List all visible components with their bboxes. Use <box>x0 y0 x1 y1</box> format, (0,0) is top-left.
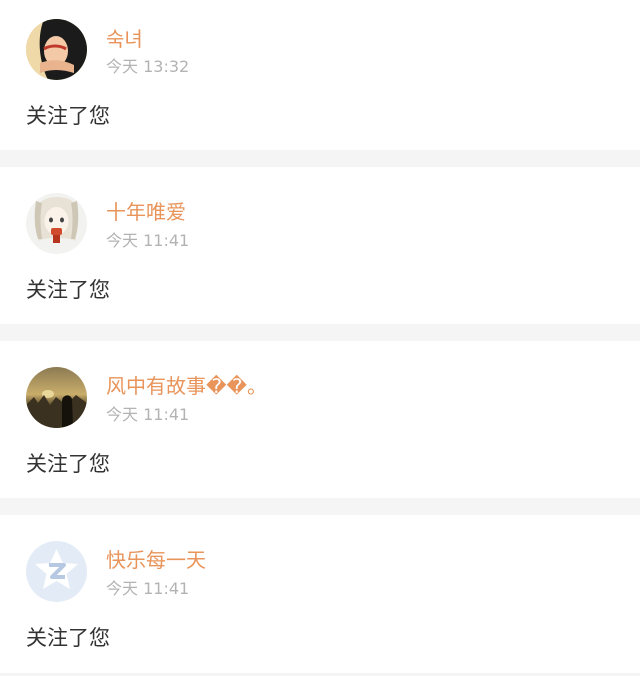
timestamp: 今天 11:41 <box>106 405 190 424</box>
sunset-field-avatar-icon[interactable] <box>26 367 87 428</box>
anime-girl-avatar-icon[interactable] <box>26 193 87 254</box>
girl-photo-avatar-icon[interactable] <box>26 19 87 80</box>
notification-message: 关注了您 <box>26 626 110 650</box>
username[interactable]: 十年唯爱 <box>106 200 186 224</box>
timestamp: 今天 11:41 <box>106 579 190 598</box>
notification-message: 关注了您 <box>26 278 110 302</box>
notification-message: 关注了您 <box>26 452 110 476</box>
notification-item[interactable]: 十年唯爱 今天 11:41 关注了您 <box>0 167 640 324</box>
username[interactable]: 快乐每一天 <box>106 548 206 572</box>
username[interactable]: 숙녀 <box>106 27 143 51</box>
timestamp: 今天 11:41 <box>106 231 190 250</box>
username[interactable]: 风中有故事��。 <box>106 374 267 398</box>
notification-feed: 숙녀 今天 13:32 关注了您 十年唯爱 今天 11:41 关注了您 风中有故… <box>0 0 640 676</box>
timestamp: 今天 13:32 <box>106 57 190 76</box>
default-qq-avatar-icon[interactable] <box>26 541 87 602</box>
notification-item[interactable]: 숙녀 今天 13:32 关注了您 <box>0 0 640 150</box>
notification-item[interactable]: 风中有故事��。 今天 11:41 关注了您 <box>0 341 640 498</box>
notification-message: 关注了您 <box>26 104 110 128</box>
notification-item[interactable]: 快乐每一天 今天 11:41 关注了您 <box>0 515 640 673</box>
